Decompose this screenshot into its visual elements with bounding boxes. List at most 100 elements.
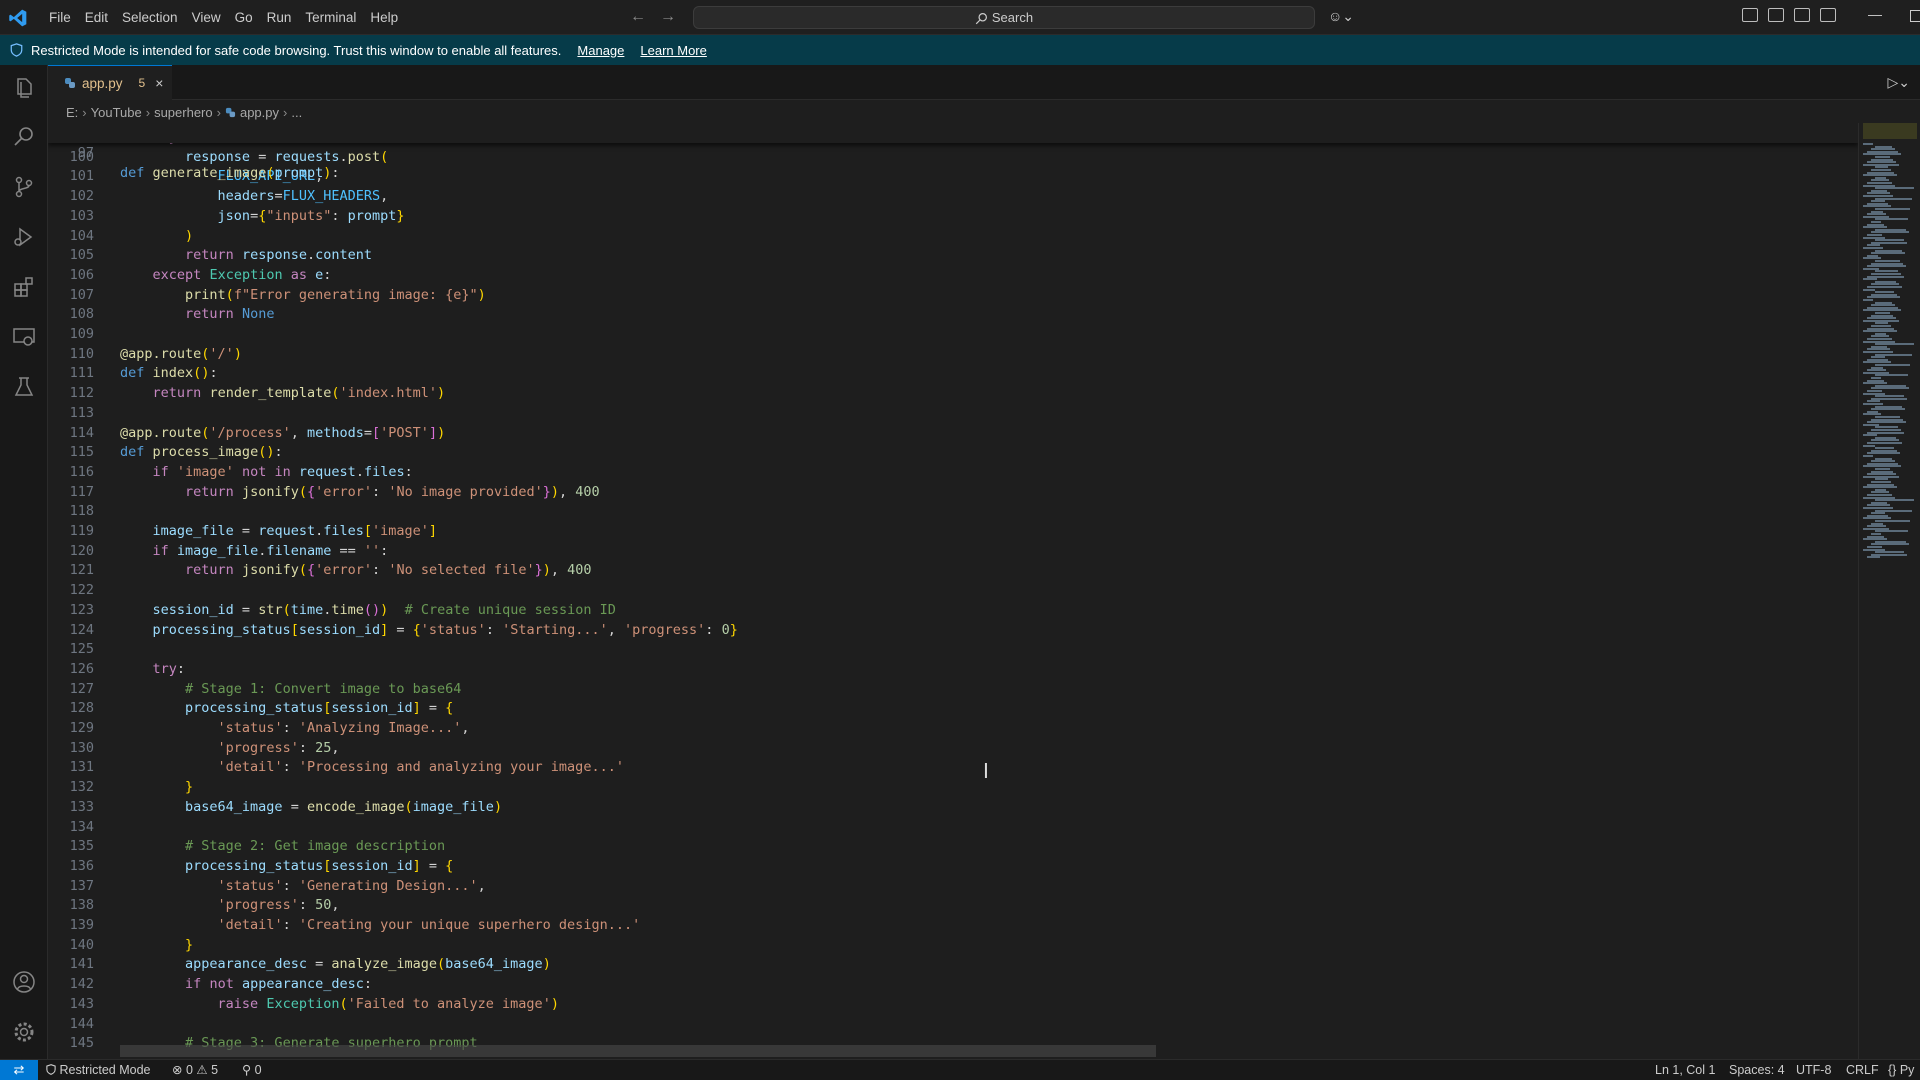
code-line[interactable]: 114 @app.route('/process', methods=['POST… bbox=[48, 423, 1858, 443]
customize-layout-icon[interactable] bbox=[1742, 8, 1758, 22]
ports-status[interactable]: ⚲ 0 bbox=[242, 1060, 262, 1080]
indentation[interactable]: Spaces: 4 bbox=[1729, 1060, 1785, 1080]
menu-edit[interactable]: Edit bbox=[78, 0, 115, 35]
code-line[interactable]: 128 processing_status[session_id] = { bbox=[48, 698, 1858, 718]
extensions-icon[interactable] bbox=[12, 275, 36, 299]
source-control-icon[interactable] bbox=[12, 175, 36, 199]
breadcrumb-folder-superhero[interactable]: superhero bbox=[154, 105, 213, 120]
code-line[interactable]: 133 base64_image = encode_image(image_fi… bbox=[48, 797, 1858, 817]
warning-icon: ⚠ bbox=[196, 1063, 208, 1077]
problems-status[interactable]: ⊗ 0 ⚠ 5 bbox=[172, 1060, 218, 1080]
sticky-scroll-header[interactable]: 97 def generate_image(prompt): bbox=[48, 123, 1858, 181]
code-line[interactable]: 125 bbox=[48, 639, 1858, 659]
code-line[interactable]: 132 } bbox=[48, 777, 1858, 797]
restricted-mode-status[interactable]: Restricted Mode bbox=[46, 1060, 151, 1080]
explorer-icon[interactable] bbox=[12, 76, 36, 100]
code-line[interactable]: 105 return response.content bbox=[48, 245, 1858, 265]
code-line[interactable]: 117 return jsonify({'error': 'No image p… bbox=[48, 482, 1858, 502]
menu-selection[interactable]: Selection bbox=[115, 0, 185, 35]
code-line[interactable]: 115 def process_image(): bbox=[48, 442, 1858, 462]
line-number: 116 bbox=[69, 463, 94, 480]
code-line[interactable]: 144 bbox=[48, 1014, 1858, 1034]
code-line[interactable]: 120 if image_file.filename == '': bbox=[48, 541, 1858, 561]
code-line[interactable]: 130 'progress': 25, bbox=[48, 738, 1858, 758]
code-line[interactable]: 143 raise Exception('Failed to analyze i… bbox=[48, 994, 1858, 1014]
maximize-icon[interactable] bbox=[1910, 10, 1920, 22]
code-line[interactable]: 124 processing_status[session_id] = {'st… bbox=[48, 620, 1858, 640]
gear-icon[interactable] bbox=[12, 1020, 36, 1044]
code-line[interactable]: 111 def index(): bbox=[48, 363, 1858, 383]
end-of-line[interactable]: CRLF bbox=[1846, 1060, 1879, 1080]
code-line[interactable]: 112 return render_template('index.html') bbox=[48, 383, 1858, 403]
shield-icon bbox=[46, 1064, 56, 1075]
code-line[interactable]: 140 } bbox=[48, 935, 1858, 955]
code-line[interactable]: 126 try: bbox=[48, 659, 1858, 679]
code-line[interactable]: 106 except Exception as e: bbox=[48, 265, 1858, 285]
run-python-file-icon[interactable]: ▷⌄ bbox=[1888, 74, 1911, 91]
menu-help[interactable]: Help bbox=[363, 0, 405, 35]
code-line[interactable]: 102 headers=FLUX_HEADERS, bbox=[48, 186, 1858, 206]
code-line[interactable]: 129 'status': 'Analyzing Image...', bbox=[48, 718, 1858, 738]
learn-more-link[interactable]: Learn More bbox=[640, 43, 706, 58]
minimap-slider[interactable] bbox=[1863, 123, 1917, 139]
code-line[interactable]: 131 'detail': 'Processing and analyzing … bbox=[48, 757, 1858, 777]
code-line[interactable]: 118 bbox=[48, 501, 1858, 521]
code-line[interactable]: 141 appearance_desc = analyze_image(base… bbox=[48, 954, 1858, 974]
breadcrumb-folder-youtube[interactable]: YouTube bbox=[91, 105, 142, 120]
code-line[interactable]: 121 return jsonify({'error': 'No selecte… bbox=[48, 560, 1858, 580]
code-line[interactable]: 113 bbox=[48, 403, 1858, 423]
line-number: 123 bbox=[69, 601, 94, 618]
testing-icon[interactable] bbox=[12, 375, 36, 399]
close-icon[interactable]: × bbox=[155, 75, 163, 91]
forward-arrow-icon[interactable]: → bbox=[660, 8, 676, 26]
account-icon[interactable] bbox=[12, 970, 36, 994]
code-line[interactable]: 110 @app.route('/') bbox=[48, 344, 1858, 364]
run-debug-icon[interactable] bbox=[12, 225, 36, 249]
breadcrumb-drive[interactable]: E: bbox=[66, 105, 78, 120]
menu-view[interactable]: View bbox=[185, 0, 228, 35]
code-line[interactable]: 134 bbox=[48, 817, 1858, 837]
toggle-secondary-sidebar-icon[interactable] bbox=[1820, 8, 1836, 22]
toggle-sidebar-icon[interactable] bbox=[1768, 8, 1784, 22]
line-number: 115 bbox=[69, 444, 94, 461]
code-line[interactable]: 107 print(f"Error generating image: {e}"… bbox=[48, 285, 1858, 305]
menu-go[interactable]: Go bbox=[228, 0, 260, 35]
menu-file[interactable]: File bbox=[42, 0, 78, 35]
minimap[interactable] bbox=[1858, 123, 1920, 1059]
tab-app-py[interactable]: app.py 5 × bbox=[48, 65, 172, 100]
code-line[interactable]: 136 processing_status[session_id] = { bbox=[48, 856, 1858, 876]
code-line[interactable]: 109 bbox=[48, 324, 1858, 344]
file-encoding[interactable]: UTF-8 bbox=[1796, 1060, 1831, 1080]
code-line[interactable]: 104 ) bbox=[48, 226, 1858, 246]
code-line[interactable]: 138 'progress': 50, bbox=[48, 895, 1858, 915]
minimize-icon[interactable]: — bbox=[1868, 6, 1882, 22]
code-line[interactable]: 127 # Stage 1: Convert image to base64 bbox=[48, 679, 1858, 699]
copilot-icon[interactable]: ☺⌄ bbox=[1328, 8, 1354, 25]
code-line[interactable]: 119 image_file = request.files['image'] bbox=[48, 521, 1858, 541]
code-text: print(f"Error generating image: {e}") bbox=[185, 286, 486, 303]
breadcrumb-file[interactable]: app.py bbox=[240, 105, 279, 120]
remote-explorer-icon[interactable] bbox=[12, 325, 36, 349]
code-line[interactable]: 123 session_id = str(time.time()) # Crea… bbox=[48, 600, 1858, 620]
back-arrow-icon[interactable]: ← bbox=[630, 8, 646, 26]
code-line[interactable]: 122 bbox=[48, 580, 1858, 600]
horizontal-scrollbar[interactable] bbox=[120, 1045, 1156, 1057]
code-line[interactable]: 142 if not appearance_desc: bbox=[48, 974, 1858, 994]
code-line[interactable]: 135 # Stage 2: Get image description bbox=[48, 836, 1858, 856]
menu-run[interactable]: Run bbox=[260, 0, 299, 35]
code-line[interactable]: 139 'detail': 'Creating your unique supe… bbox=[48, 915, 1858, 935]
cursor-position[interactable]: Ln 1, Col 1 bbox=[1655, 1060, 1715, 1080]
remote-indicator-icon[interactable]: ⇄ bbox=[0, 1060, 38, 1080]
manage-link[interactable]: Manage bbox=[577, 43, 624, 58]
code-line[interactable]: 137 'status': 'Generating Design...', bbox=[48, 876, 1858, 896]
code-line[interactable]: 108 return None bbox=[48, 304, 1858, 324]
command-center-search[interactable]: Search bbox=[693, 6, 1315, 29]
code-line[interactable]: 116 if 'image' not in request.files: bbox=[48, 462, 1858, 482]
language-mode[interactable]: {} Py bbox=[1888, 1060, 1914, 1080]
search-icon[interactable] bbox=[12, 125, 36, 149]
code-editor[interactable]: 97 def generate_image(prompt): 99 try:10… bbox=[48, 123, 1858, 1059]
code-line[interactable]: 103 json={"inputs": prompt} bbox=[48, 206, 1858, 226]
menu-terminal[interactable]: Terminal bbox=[298, 0, 363, 35]
breadcrumb-symbol[interactable]: ... bbox=[291, 105, 302, 120]
toggle-panel-icon[interactable] bbox=[1794, 8, 1810, 22]
